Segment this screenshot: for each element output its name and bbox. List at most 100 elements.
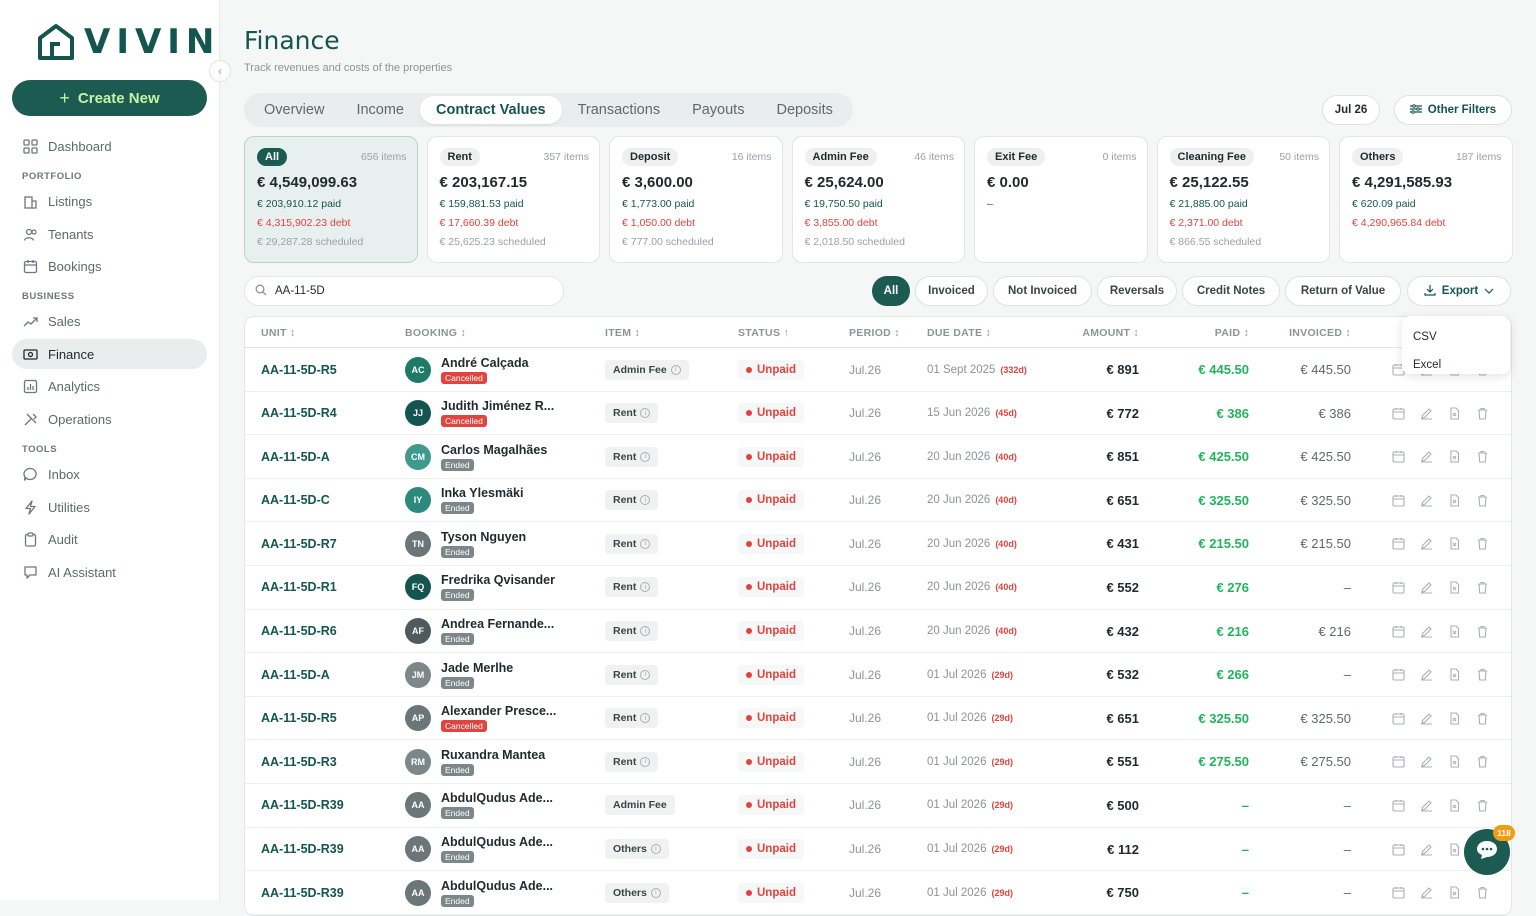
filter-all[interactable]: All: [872, 276, 910, 306]
unit-link[interactable]: AA-11-5D-R5: [261, 697, 337, 740]
booking-cell[interactable]: IY Inka Ylesmäki Ended: [405, 479, 523, 522]
edit-icon[interactable]: [1419, 493, 1434, 508]
edit-icon[interactable]: [1419, 449, 1434, 464]
create-new-button[interactable]: + Create New: [12, 80, 207, 116]
sidebar-item-analytics[interactable]: Analytics: [12, 371, 207, 401]
delete-icon[interactable]: [1475, 624, 1490, 639]
app-logo[interactable]: VIVIN: [36, 22, 220, 62]
summary-card[interactable]: Deposit 16 items € 3,600.00 € 1,773.00 paid…: [609, 136, 783, 263]
tab-income[interactable]: Income: [340, 96, 420, 124]
delete-icon[interactable]: [1475, 754, 1490, 769]
sidebar-item-operations[interactable]: Operations: [12, 404, 207, 434]
unit-link[interactable]: AA-11-5D-R4: [261, 392, 337, 435]
sidebar-item-tenants[interactable]: Tenants: [12, 219, 207, 249]
edit-icon[interactable]: [1419, 667, 1434, 682]
delete-icon[interactable]: [1475, 493, 1490, 508]
booking-cell[interactable]: AA AbdulQudus Ade... Ended: [405, 871, 553, 914]
invoice-icon[interactable]: [1447, 842, 1462, 857]
table-row[interactable]: AA-11-5D-R39 AA AbdulQudus Ade... Ended Admi…: [245, 784, 1511, 828]
table-row[interactable]: AA-11-5D-R4 JJ Judith Jiménez R... Cancelle…: [245, 392, 1511, 436]
info-icon[interactable]: i: [650, 844, 661, 855]
sidebar-item-listings[interactable]: Listings: [12, 186, 207, 216]
info-icon[interactable]: i: [640, 451, 651, 462]
th-unit[interactable]: UNIT ↕: [261, 327, 295, 339]
sidebar-item-bookings[interactable]: Bookings: [12, 251, 207, 281]
invoice-icon[interactable]: [1447, 885, 1462, 900]
edit-icon[interactable]: [1419, 406, 1434, 421]
info-icon[interactable]: i: [640, 669, 651, 680]
unit-link[interactable]: AA-11-5D-R3: [261, 740, 337, 783]
invoice-icon[interactable]: [1447, 449, 1462, 464]
info-icon[interactable]: i: [650, 887, 661, 898]
unit-link[interactable]: AA-11-5D-A: [261, 435, 330, 478]
schedule-icon[interactable]: [1391, 842, 1406, 857]
sidebar-item-audit[interactable]: Audit: [12, 524, 207, 554]
delete-icon[interactable]: [1475, 449, 1490, 464]
unit-link[interactable]: AA-11-5D-R39: [261, 828, 344, 871]
schedule-icon[interactable]: [1391, 754, 1406, 769]
delete-icon[interactable]: [1475, 406, 1490, 421]
schedule-icon[interactable]: [1391, 624, 1406, 639]
booking-cell[interactable]: AP Alexander Presce... Cancelled: [405, 697, 556, 740]
table-row[interactable]: AA-11-5D-R6 AF Andrea Fernande... Ended Rent…: [245, 610, 1511, 654]
table-row[interactable]: AA-11-5D-C IY Inka Ylesmäki Ended Rent i Unpai…: [245, 479, 1511, 523]
collapse-sidebar-button[interactable]: ‹: [209, 60, 231, 82]
summary-card[interactable]: Exit Fee 0 items € 0.00 –: [974, 136, 1148, 263]
tab-transactions[interactable]: Transactions: [562, 96, 676, 124]
schedule-icon[interactable]: [1391, 798, 1406, 813]
schedule-icon[interactable]: [1391, 885, 1406, 900]
booking-cell[interactable]: AC André Calçada Cancelled: [405, 348, 529, 391]
table-row[interactable]: AA-11-5D-R1 FQ Fredrika Qvisander Ended Rent…: [245, 566, 1511, 610]
summary-card[interactable]: All 656 items € 4,549,099.63 € 203,910.12 p…: [244, 136, 418, 263]
info-icon[interactable]: i: [640, 582, 651, 593]
unit-link[interactable]: AA-11-5D-C: [261, 479, 330, 522]
delete-icon[interactable]: [1475, 798, 1490, 813]
date-filter-button[interactable]: Jul 26: [1322, 95, 1380, 125]
invoice-icon[interactable]: [1447, 798, 1462, 813]
info-icon[interactable]: i: [670, 364, 681, 375]
table-row[interactable]: AA-11-5D-A JM Jade Merlhe Ended Rent i Unpaid J…: [245, 653, 1511, 697]
tab-contract-values[interactable]: Contract Values: [420, 96, 562, 124]
filter-credit-notes[interactable]: Credit Notes: [1182, 276, 1280, 306]
export-option-excel[interactable]: Excel: [1402, 351, 1510, 379]
invoice-icon[interactable]: [1447, 711, 1462, 726]
delete-icon[interactable]: [1475, 580, 1490, 595]
filter-reversals[interactable]: Reversals: [1097, 276, 1177, 306]
delete-icon[interactable]: [1475, 885, 1490, 900]
info-icon[interactable]: i: [640, 408, 651, 419]
export-option-csv[interactable]: CSV: [1402, 323, 1510, 351]
schedule-icon[interactable]: [1391, 711, 1406, 726]
invoice-icon[interactable]: [1447, 667, 1462, 682]
schedule-icon[interactable]: [1391, 449, 1406, 464]
invoice-icon[interactable]: [1447, 754, 1462, 769]
edit-icon[interactable]: [1419, 580, 1434, 595]
th-paid[interactable]: PAID ↕: [1215, 327, 1249, 339]
edit-icon[interactable]: [1419, 798, 1434, 813]
info-icon[interactable]: i: [640, 756, 651, 767]
booking-cell[interactable]: TN Tyson Nguyen Ended: [405, 522, 526, 565]
edit-icon[interactable]: [1419, 711, 1434, 726]
schedule-icon[interactable]: [1391, 580, 1406, 595]
delete-icon[interactable]: [1475, 536, 1490, 551]
other-filters-button[interactable]: Other Filters: [1394, 95, 1512, 125]
unit-link[interactable]: AA-11-5D-R7: [261, 522, 337, 565]
edit-icon[interactable]: [1419, 885, 1434, 900]
unit-link[interactable]: AA-11-5D-R39: [261, 871, 344, 914]
booking-cell[interactable]: CM Carlos Magalhães Ended: [405, 435, 547, 478]
search-box[interactable]: [244, 276, 564, 306]
search-input[interactable]: [275, 285, 535, 297]
info-icon[interactable]: i: [640, 495, 651, 506]
schedule-icon[interactable]: [1391, 667, 1406, 682]
unit-link[interactable]: AA-11-5D-R1: [261, 566, 337, 609]
delete-icon[interactable]: [1475, 711, 1490, 726]
th-booking[interactable]: BOOKING ↕: [405, 327, 466, 339]
info-icon[interactable]: i: [640, 538, 651, 549]
tab-overview[interactable]: Overview: [248, 96, 340, 124]
th-item[interactable]: ITEM ↕: [605, 327, 640, 339]
th-period[interactable]: PERIOD ↕: [849, 327, 900, 339]
sidebar-item-sales[interactable]: Sales: [12, 306, 207, 336]
table-row[interactable]: AA-11-5D-R3 RM Ruxandra Mantea Ended Rent i Un…: [245, 740, 1511, 784]
edit-icon[interactable]: [1419, 842, 1434, 857]
edit-icon[interactable]: [1419, 536, 1434, 551]
invoice-icon[interactable]: [1447, 624, 1462, 639]
